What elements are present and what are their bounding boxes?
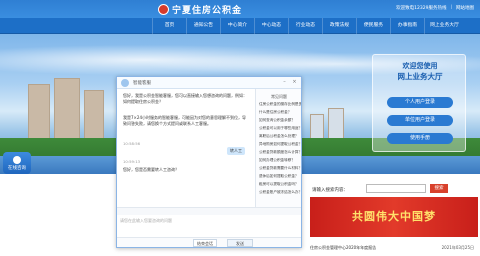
china-dream-banner[interactable]: 共圆伟大中国梦 <box>310 197 478 237</box>
faq-item[interactable]: 公积金贷款额度怎么计算？ <box>259 150 301 155</box>
send-button[interactable]: 发送 <box>227 239 253 247</box>
nav-item-services[interactable]: 便民服务 <box>356 18 390 34</box>
company-login-button[interactable]: 单位用户登录 <box>387 115 453 126</box>
bot-message: 您好，我是公积金智能客服，您可以直接输入您想咨询的问题，例如：如何提取住房公积金… <box>123 93 249 105</box>
minimize-icon[interactable]: – <box>281 79 288 86</box>
nav-item-policies[interactable]: 政策法规 <box>322 18 356 34</box>
end-session-button[interactable]: 结束会话 <box>193 239 217 247</box>
message-time: 10:59:13 <box>123 159 141 164</box>
nav-item-center-news[interactable]: 中心动态 <box>254 18 288 34</box>
dialog-footer: 结束会话 发送 <box>117 237 301 247</box>
message-time: 10:58:56 <box>123 141 141 146</box>
hero-building <box>54 78 80 144</box>
nav-item-about[interactable]: 中心简介 <box>220 18 254 34</box>
faq-item[interactable]: 公积金可以用于哪些用途？ <box>259 126 301 131</box>
user-message: 转人工 <box>227 147 245 155</box>
nav-item-industry-news[interactable]: 行业动态 <box>288 18 322 34</box>
faq-item[interactable]: 租房可以提取公积金吗？ <box>259 182 301 187</box>
site-logo[interactable]: 宁夏住房公积金 <box>158 2 242 16</box>
faq-item[interactable]: 离职后公积金怎么处理？ <box>259 134 301 139</box>
top-links: 欢迎致电12329服务热线 | 网站地图 <box>396 5 474 11</box>
nav-item-guide[interactable]: 办事指南 <box>390 18 424 34</box>
search-label: 请输入搜索内容： <box>312 188 348 193</box>
logo-emblem-icon <box>158 3 169 15</box>
service-welcome: 欢迎您使用 <box>402 62 438 70</box>
hero-building <box>84 90 104 144</box>
faq-item[interactable]: 公积金贷款需要什么材料？ <box>259 166 301 171</box>
main-nav: 首页 通知公告 中心简介 中心动态 行业动态 政策法规 便民服务 办事指南 网上… <box>0 18 480 34</box>
consult-label: 在线咨询 <box>8 166 26 171</box>
nav-item-online-hall[interactable]: 网上业务大厅 <box>424 18 464 34</box>
faq-item[interactable]: 什么是住房公积金？ <box>259 110 301 115</box>
search-button[interactable]: 搜索 <box>430 184 448 193</box>
bot-message: 我是7×24小时服务的智能客服，可能因为对您的意思理解不到位，导致问答失败，请您… <box>123 115 249 127</box>
faq-item[interactable]: 异地购房如何提取公积金？ <box>259 142 301 147</box>
faq-item[interactable]: 退休后如何提取公积金？ <box>259 174 301 179</box>
faq-title: 常见问题 <box>271 94 287 99</box>
consult-bubble[interactable]: 在线咨询 <box>3 152 31 174</box>
manual-button[interactable]: 使用手册 <box>387 133 453 144</box>
dialog-title: 智能客服 <box>133 81 151 86</box>
personal-login-button[interactable]: 个人用户登录 <box>387 97 453 108</box>
site-title: 宁夏住房公积金 <box>172 5 243 16</box>
service-hall-title: 网上业务大厅 <box>397 72 443 81</box>
bot-message: 您好，您是否需要转人工咨询？ <box>123 167 249 173</box>
faq-item[interactable]: 公积金账户被冻结怎么办？ <box>259 190 301 195</box>
faq-panel: 常见问题 住房公积金的缴存比例是多少？ 什么是住房公积金？ 如何查询公积金余额？… <box>255 89 301 207</box>
faq-item[interactable]: 如何办理公积金转移？ <box>259 158 301 163</box>
news-item[interactable]: 住房公积金管理中心2020年年度报告 2021年03月25日 <box>310 243 478 253</box>
hotline-link[interactable]: 欢迎致电12329服务热线 <box>396 5 446 11</box>
search-input[interactable] <box>366 184 426 193</box>
online-service-panel: 欢迎您使用 网上业务大厅 个人用户登录 单位用户登录 使用手册 <box>372 54 466 152</box>
bot-avatar-icon <box>121 79 129 87</box>
input-toolbar <box>117 207 301 215</box>
hero-building <box>28 84 50 144</box>
close-icon[interactable]: × <box>291 79 298 86</box>
message-input[interactable]: 请您在此输入您要咨询的问题 <box>117 215 301 237</box>
faq-item[interactable]: 如何查询公积金余额？ <box>259 118 301 123</box>
faq-item[interactable]: 住房公积金的缴存比例是多少？ <box>259 102 301 107</box>
dialog-header: 智能客服 – × <box>117 77 301 89</box>
news-title[interactable]: 住房公积金管理中心2020年年度报告 <box>310 245 376 250</box>
chat-dialog: 智能客服 – × 您好，我是公积金智能客服，您可以直接输入您想咨询的问题，例如：… <box>116 76 302 248</box>
separator: | <box>450 5 452 10</box>
sitemap-link[interactable]: 网站地图 <box>456 5 474 11</box>
news-date: 2021年03月25日 <box>441 245 474 250</box>
top-bar: 宁夏住房公积金 欢迎致电12329服务热线 | 网站地图 <box>0 0 480 18</box>
nav-item-home[interactable]: 首页 <box>152 18 186 34</box>
agent-avatar-icon <box>13 156 21 164</box>
nav-item-notices[interactable]: 通知公告 <box>186 18 220 34</box>
message-list[interactable]: 您好，我是公积金智能客服，您可以直接输入您想咨询的问题，例如：如何提取住房公积金… <box>117 89 255 207</box>
